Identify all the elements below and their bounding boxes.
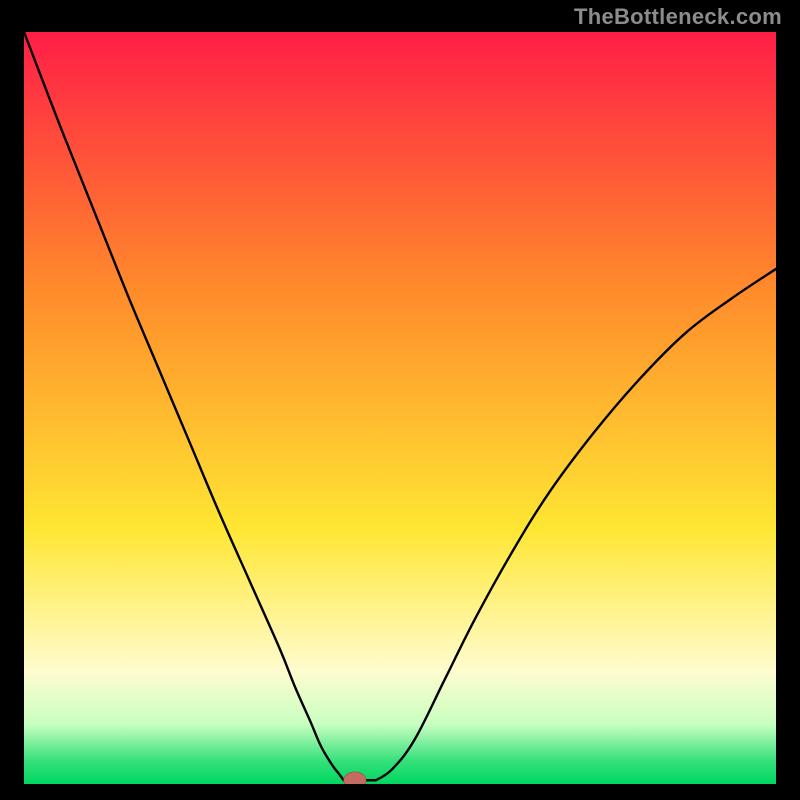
chart-container: TheBottleneck.com <box>0 0 800 800</box>
watermark-text: TheBottleneck.com <box>574 4 782 30</box>
gradient-background <box>24 32 776 784</box>
plot-svg <box>24 32 776 784</box>
plot-area <box>24 32 776 784</box>
